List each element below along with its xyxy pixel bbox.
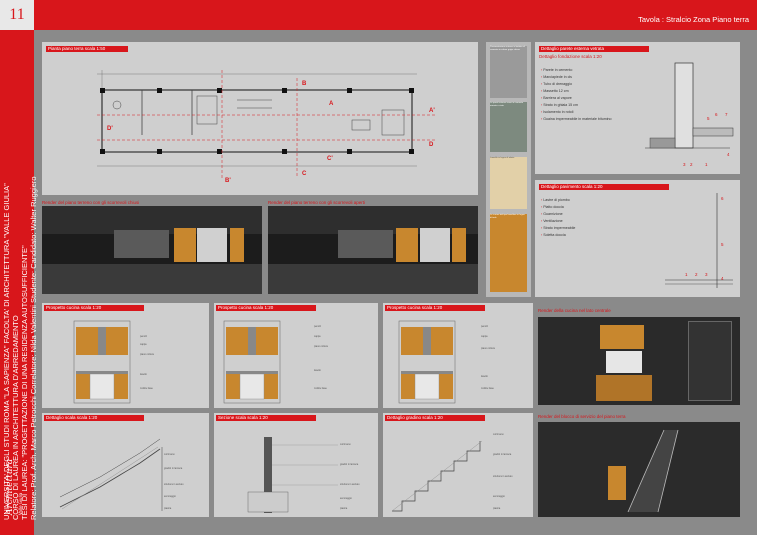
svg-text:Valle Giulia: Valle Giulia: [18, 492, 23, 515]
stair-detail-1: Dettaglio scala scala 1:20 corrimano gra…: [42, 413, 209, 517]
svg-text:2: 2: [690, 162, 693, 167]
kitchen-render-caption: Render della cucina nel lato centrale: [538, 308, 611, 313]
section-label-c-prime: C': [327, 156, 333, 162]
svg-text:3: 3: [683, 162, 686, 167]
wall-detail-scale: Dettaglio fondazione scala 1:20: [539, 54, 602, 59]
render-closed-image: [42, 206, 262, 294]
section-label-c: C: [302, 171, 307, 177]
svg-text:4: 4: [727, 152, 730, 157]
svg-text:5: 5: [721, 242, 724, 247]
floor-detail-panel: Dettaglio pavimento scala 1:20 Lastre di…: [535, 180, 740, 297]
section-label-d: D: [429, 142, 434, 148]
wall-detail-legend: Parete in cemento Marciapiede in cls Tub…: [541, 68, 611, 124]
sample-teak: Le cucine del tipo lamellare in legno di…: [490, 214, 527, 292]
svg-text:2: 2: [695, 272, 698, 277]
plan-panel: Pianta piano terra scala 1:50 A A' B B' …: [42, 42, 478, 195]
kitchen-elevation-3: Prospetto cucina scala 1:20 pensili capp…: [383, 303, 533, 408]
stair-render-drawing: [608, 429, 679, 513]
sapienza-logo-icon: Architettura Valle Giulia: [6, 459, 23, 516]
floor-detail-caption: Dettaglio pavimento scala 1:20: [539, 184, 669, 190]
kitchen-elevation-1: Prospetto cucina scala 1:20 pensili capp…: [42, 303, 209, 408]
render-open-image: [268, 206, 478, 294]
stair-detail-3: Dettaglio gradino scala 1:20 corrimano g…: [383, 413, 533, 517]
stair-detail-2: Sezione scala scala 1:20 corrimano gradi…: [214, 413, 378, 517]
kitchen-elevation-2-drawing: [223, 320, 281, 404]
kitchen-render-image: [538, 317, 740, 405]
section-label-d-prime: D': [107, 126, 113, 132]
floor-section-drawing: 1 2 3 4 5 6: [665, 193, 733, 288]
stair-detail-1-drawing: [59, 438, 163, 511]
floor-plan-drawing: A A' B B' C C' D D': [97, 70, 437, 184]
sample-concrete-floor: Pavimentazione interna in battuto di cem…: [490, 46, 527, 98]
kitchen-elevation-3-drawing: [398, 320, 456, 404]
sample-concrete-wall: Le pareti esterne sono in cemento armato…: [490, 102, 527, 152]
page-number: 11: [0, 0, 34, 30]
svg-text:5: 5: [707, 116, 710, 121]
render-open-caption: Render del piano terreno con gli scorrev…: [268, 200, 366, 205]
title-sidebar: 11 UNIVERSITA' DEGLI STUDI ROMA "LA SAPI…: [0, 0, 38, 535]
svg-text:1: 1: [685, 272, 688, 277]
render-closed-caption: Render del piano terreno con gli scorrev…: [42, 200, 140, 205]
sheet-title: Tavola : Stralcio Zona Piano terra: [638, 15, 749, 24]
svg-text:1: 1: [705, 162, 708, 167]
kitchen-elevation-2: Prospetto cucina scala 1:20 pensili capp…: [214, 303, 378, 408]
stair-render-caption: Render del blocco di servizio del piano …: [538, 414, 626, 419]
plan-caption: Pianta piano terra scala 1:50: [46, 46, 128, 52]
wall-detail-caption: Dettaglio parete esterna vetrata: [539, 46, 649, 52]
section-label-a-prime: A': [429, 108, 435, 114]
svg-text:7: 7: [725, 112, 728, 117]
kitchen-elevation-1-drawing: [73, 320, 131, 404]
floor-detail-legend: Lastre di piombo Piatto doccia Guarnizio…: [541, 198, 575, 240]
stair-detail-2-drawing: [247, 437, 338, 513]
svg-text:Architettura: Architettura: [6, 459, 15, 516]
stair-detail-3-drawing: [391, 440, 483, 512]
authors-line: Relatore: Prof. Arch. Marco Petrocchi Co…: [29, 176, 38, 521]
svg-text:6: 6: [715, 112, 718, 117]
svg-text:6: 6: [721, 196, 724, 201]
section-label-b-prime: B': [225, 178, 231, 184]
wall-section-drawing: 3 2 1 4 5 6 7: [645, 62, 734, 167]
svg-text:3: 3: [705, 272, 708, 277]
section-label-a: A: [329, 101, 334, 107]
header-bar: Tavola : Stralcio Zona Piano terra: [34, 0, 757, 30]
wall-detail-panel: Dettaglio parete esterna vetrata Dettagl…: [535, 42, 740, 174]
stair-render-image: [538, 422, 740, 517]
material-samples-panel: Pavimentazione interna in battuto di cem…: [486, 42, 531, 297]
section-label-b: B: [302, 81, 307, 87]
sample-abete: Lamelle in legno di abete: [490, 157, 527, 209]
